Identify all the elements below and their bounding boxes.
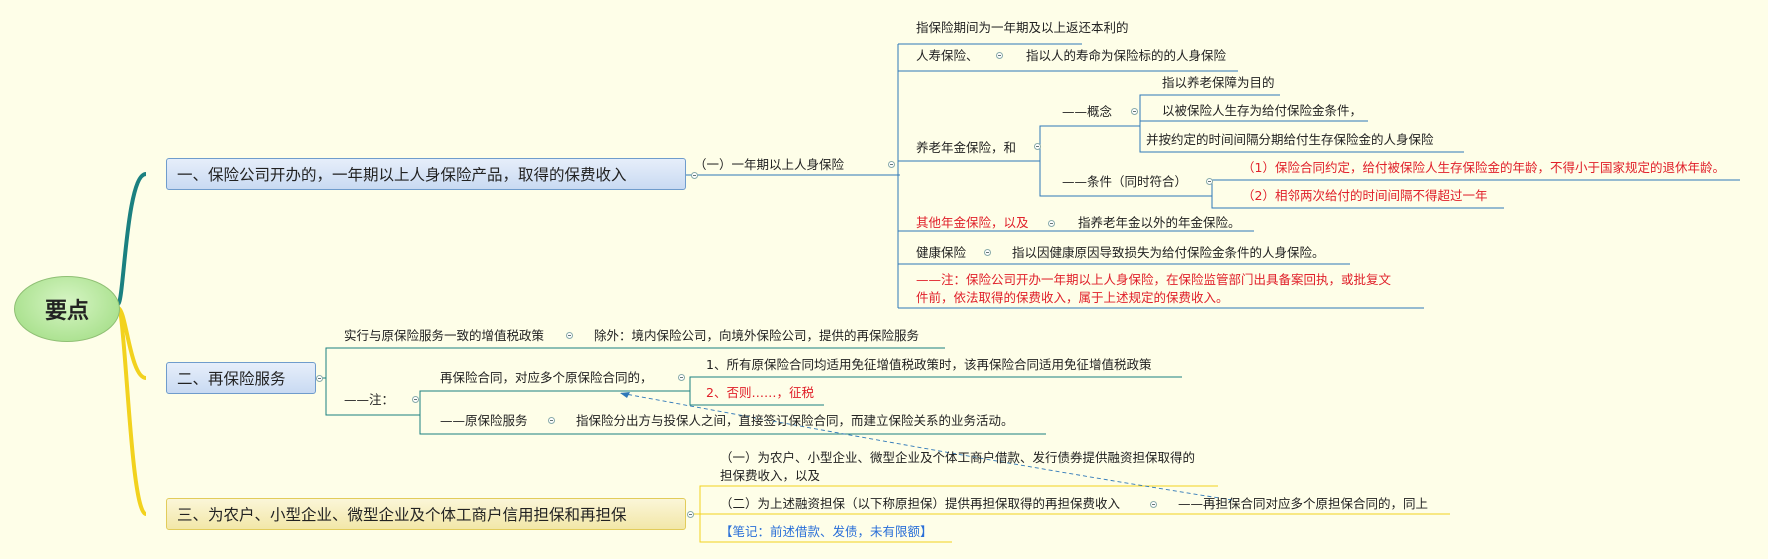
reins-rule-1[interactable]: 1、所有原保险合同均适用免征增值税政策时，该再保险合同适用免征增值税政策 bbox=[706, 357, 1151, 373]
pension-condition-item[interactable]: （1）保险合同约定，给付被保险人生存保险金的年龄，不得小于国家规定的退休年龄。 bbox=[1242, 160, 1725, 176]
collapse-toggle-icon[interactable] bbox=[678, 374, 685, 381]
collapse-toggle-icon[interactable] bbox=[687, 511, 694, 518]
orig-insurance-label[interactable]: ——原保险服务 bbox=[440, 413, 528, 429]
collapse-toggle-icon[interactable] bbox=[548, 417, 555, 424]
collapse-toggle-icon[interactable] bbox=[1034, 143, 1041, 150]
reins-contract-label[interactable]: 再保险合同，对应多个原保险合同的， bbox=[440, 370, 653, 386]
association-line bbox=[619, 392, 1233, 501]
mindmap-connectors bbox=[116, 43, 1740, 543]
branch-3-node[interactable]: 三、为农户、小型企业、微型企业及个体工商户信用担保和再担保 bbox=[166, 498, 686, 530]
pension-condition-label[interactable]: ——条件（同时符合） bbox=[1062, 174, 1187, 190]
life-insurance-desc[interactable]: 指以人的寿命为保险标的的人身保险 bbox=[1026, 48, 1226, 64]
pension-label[interactable]: 养老年金保险，和 bbox=[916, 140, 1016, 156]
connector-root-b1 bbox=[116, 172, 147, 306]
pension-concept-item[interactable]: 并按约定的时间间隔分期给付生存保险金的人身保险 bbox=[1146, 132, 1434, 148]
collapse-toggle-icon[interactable] bbox=[888, 161, 895, 168]
root-node[interactable]: 要点 bbox=[14, 276, 120, 342]
b1-sub-label[interactable]: （一）一年期以上人身保险 bbox=[694, 157, 844, 173]
other-annuity-desc[interactable]: 指养老年金以外的年金保险。 bbox=[1078, 215, 1241, 231]
health-insurance-label[interactable]: 健康保险 bbox=[916, 245, 966, 261]
orig-insurance-desc[interactable]: 指保险分出方与投保人之间，直接签订保险合同，而建立保险关系的业务活动。 bbox=[576, 413, 1014, 429]
b1-note-line[interactable]: 件前，依法取得的保费收入，属于上述规定的保费收入。 bbox=[916, 290, 1229, 306]
b3-item1-line[interactable]: 担保费收入，以及 bbox=[720, 468, 820, 484]
health-insurance-desc[interactable]: 指以因健康原因导致损失为给付保险金条件的人身保险。 bbox=[1012, 245, 1325, 261]
collapse-toggle-icon[interactable] bbox=[996, 52, 1003, 59]
pension-condition-item[interactable]: （2）相邻两次给付的时间间隔不得超过一年 bbox=[1242, 188, 1487, 204]
collapse-toggle-icon[interactable] bbox=[1048, 220, 1055, 227]
pension-concept-item[interactable]: 以被保险人生存为给付保险金条件， bbox=[1162, 103, 1362, 119]
branch-1-node[interactable]: 一、保险公司开办的，一年期以上人身保险产品，取得的保费收入 bbox=[166, 158, 686, 190]
collapse-toggle-icon[interactable] bbox=[691, 172, 698, 179]
b1-note-line[interactable]: ——注：保险公司开办一年期以上人身保险，在保险监管部门出具备案回执，或批复文 bbox=[916, 272, 1391, 288]
other-annuity-label[interactable]: 其他年金保险，以及 bbox=[916, 215, 1029, 231]
life-insurance-label[interactable]: 人寿保险、 bbox=[916, 48, 979, 64]
association-arrowhead bbox=[620, 392, 630, 398]
collapse-toggle-icon[interactable] bbox=[984, 249, 991, 256]
collapse-toggle-icon[interactable] bbox=[316, 375, 323, 382]
reins-rule-2[interactable]: 2、否则……，征税 bbox=[706, 385, 814, 401]
connector-root-b3 bbox=[116, 308, 148, 516]
collapse-toggle-icon[interactable] bbox=[1150, 501, 1157, 508]
collapse-toggle-icon[interactable] bbox=[1131, 108, 1138, 115]
b3-item2-note[interactable]: ——再担保合同对应多个原担保合同的，同上 bbox=[1178, 496, 1428, 512]
b2-note-label[interactable]: ——注： bbox=[344, 392, 394, 408]
branch-2-node[interactable]: 二、再保险服务 bbox=[166, 362, 316, 394]
collapse-toggle-icon[interactable] bbox=[1206, 178, 1213, 185]
branch-3-title: 三、为农户、小型企业、微型企业及个体工商户信用担保和再担保 bbox=[177, 506, 627, 524]
b2-item1-exception[interactable]: 除外：境内保险公司，向境外保险公司，提供的再保险服务 bbox=[594, 328, 919, 344]
branch-1-title: 一、保险公司开办的，一年期以上人身保险产品，取得的保费收入 bbox=[177, 166, 627, 184]
pension-concept-item[interactable]: 指以养老保障为目的 bbox=[1162, 75, 1275, 91]
collapse-toggle-icon[interactable] bbox=[412, 396, 419, 403]
b2-item1[interactable]: 实行与原保险服务一致的增值税政策 bbox=[344, 328, 544, 344]
branch-2-title: 二、再保险服务 bbox=[177, 370, 286, 388]
root-label: 要点 bbox=[44, 299, 89, 324]
collapse-toggle-icon[interactable] bbox=[566, 332, 573, 339]
b3-memo[interactable]: 【笔记：前述借款、发债，未有限额】 bbox=[720, 524, 933, 540]
pension-concept-label[interactable]: ——概念 bbox=[1062, 104, 1112, 120]
b3-item1-line[interactable]: （一）为农户、小型企业、微型企业及个体工商户借款、发行债券提供融资担保取得的 bbox=[720, 450, 1195, 466]
b1-definition[interactable]: 指保险期间为一年期及以上返还本利的 bbox=[916, 20, 1129, 36]
b3-item2[interactable]: （二）为上述融资担保（以下称原担保）提供再担保取得的再担保费收入 bbox=[720, 496, 1120, 512]
